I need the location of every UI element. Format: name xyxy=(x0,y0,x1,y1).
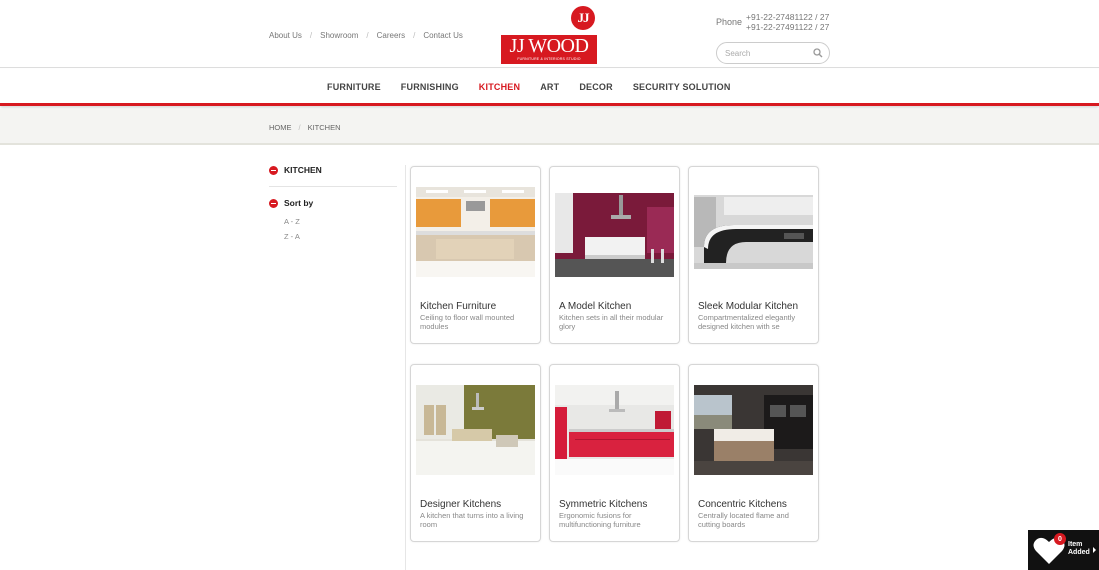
product-title[interactable]: Kitchen Furniture xyxy=(420,301,496,312)
product-card[interactable]: Sleek Modular Kitchen Compartmentalized … xyxy=(688,166,819,344)
link-careers[interactable]: Careers xyxy=(377,31,405,40)
nav-art[interactable]: ART xyxy=(540,82,559,92)
chevron-right-icon xyxy=(1093,547,1096,553)
logo-name: JJ WOOD xyxy=(509,35,589,57)
sort-option-z-a[interactable]: Z - A xyxy=(284,232,300,241)
product-card[interactable]: Symmetric Kitchens Ergonomic fusions for… xyxy=(549,364,680,542)
product-image[interactable] xyxy=(694,187,813,277)
collapse-icon[interactable] xyxy=(269,198,278,208)
product-title[interactable]: Concentric Kitchens xyxy=(698,499,787,510)
product-title[interactable]: A Model Kitchen xyxy=(559,301,631,312)
filter-sidebar: KITCHEN Sort by A - Z Z - A xyxy=(269,165,399,244)
product-image[interactable] xyxy=(416,385,535,475)
product-image[interactable] xyxy=(694,385,813,475)
link-about-us[interactable]: About Us xyxy=(269,31,302,40)
breadcrumb-current: KITCHEN xyxy=(307,123,341,132)
link-contact-us[interactable]: Contact Us xyxy=(423,31,463,40)
nav-furniture[interactable]: FURNITURE xyxy=(327,82,381,92)
sort-heading[interactable]: Sort by xyxy=(269,198,399,208)
sort-label: Sort by xyxy=(284,198,314,208)
product-card[interactable]: A Model Kitchen Kitchen sets in all thei… xyxy=(549,166,680,344)
cart-label-line: Added xyxy=(1068,549,1090,556)
search-input[interactable] xyxy=(725,48,805,58)
link-showroom[interactable]: Showroom xyxy=(320,31,358,40)
category-heading[interactable]: KITCHEN xyxy=(269,165,399,175)
link-separator: / xyxy=(366,31,369,40)
logo-monogram: JJ xyxy=(571,6,595,30)
breadcrumb-separator: / xyxy=(298,123,301,132)
link-separator: / xyxy=(309,31,313,40)
product-image[interactable] xyxy=(555,187,674,277)
product-description: A kitchen that turns into a living room xyxy=(420,511,524,529)
product-description: Kitchen sets in all their modular glory xyxy=(559,313,664,331)
nav-furnishing[interactable]: FURNISHING xyxy=(401,82,459,92)
sidebar-divider-vertical xyxy=(405,165,406,570)
site-header: About Us / Showroom / Careers / Contact … xyxy=(0,0,1099,68)
cart-label: Item Added xyxy=(1068,541,1090,557)
sidebar-divider xyxy=(269,186,397,187)
product-card[interactable]: Concentric Kitchens Centrally located fl… xyxy=(688,364,819,542)
link-separator: / xyxy=(413,31,416,40)
nav-security-solution[interactable]: SECURITY SOLUTION xyxy=(633,82,731,92)
site-logo[interactable]: JJ JJ WOOD FURNITURE & INTERIORS STUDIO xyxy=(501,6,597,64)
logo-wordmark: JJ WOOD FURNITURE & INTERIORS STUDIO xyxy=(501,35,597,64)
collapse-icon[interactable] xyxy=(269,165,278,175)
breadcrumb-home[interactable]: HOME xyxy=(269,123,292,132)
product-description: Compartmentalized elegantly designed kit… xyxy=(698,313,796,331)
phone-info: Phone +91-22-27481122 / 27 +91-22-274911… xyxy=(716,12,829,32)
search-box xyxy=(716,42,830,64)
main-nav: FURNITURE FURNISHING KITCHEN ART DECOR S… xyxy=(0,69,1099,106)
phone-number: +91-22-27481122 / 27 xyxy=(746,12,830,22)
product-image[interactable] xyxy=(416,187,535,277)
product-description: Ceiling to floor wall mounted modules xyxy=(420,313,515,331)
search-icon[interactable] xyxy=(813,48,823,58)
sort-options: A - Z Z - A xyxy=(284,214,399,244)
top-links: About Us / Showroom / Careers / Contact … xyxy=(269,31,463,40)
logo-tagline: FURNITURE & INTERIORS STUDIO xyxy=(517,57,581,61)
product-title[interactable]: Designer Kitchens xyxy=(420,499,501,510)
cart-count-badge: 0 xyxy=(1054,533,1066,545)
phone-label: Phone xyxy=(716,17,743,27)
breadcrumb: HOME / KITCHEN xyxy=(269,123,341,132)
product-title[interactable]: Sleek Modular Kitchen xyxy=(698,301,798,312)
product-card[interactable]: Kitchen Furniture Ceiling to floor wall … xyxy=(410,166,541,344)
breadcrumb-bar: HOME / KITCHEN xyxy=(0,109,1099,145)
phone-number: +91-22-27491122 / 27 xyxy=(746,22,830,32)
product-card[interactable]: Designer Kitchens A kitchen that turns i… xyxy=(410,364,541,542)
product-image[interactable] xyxy=(555,385,674,475)
nav-kitchen[interactable]: KITCHEN xyxy=(479,82,520,92)
nav-decor[interactable]: DECOR xyxy=(579,82,613,92)
product-title[interactable]: Symmetric Kitchens xyxy=(559,499,647,510)
product-description: Ergonomic fusions for multifunctioning f… xyxy=(559,511,641,529)
category-label: KITCHEN xyxy=(284,165,322,175)
cart-label-line: Item xyxy=(1068,541,1083,548)
cart-widget[interactable]: 0 Item Added xyxy=(1028,530,1099,570)
sort-option-a-z[interactable]: A - Z xyxy=(284,217,300,226)
product-description: Centrally located flame and cutting boar… xyxy=(698,511,789,529)
